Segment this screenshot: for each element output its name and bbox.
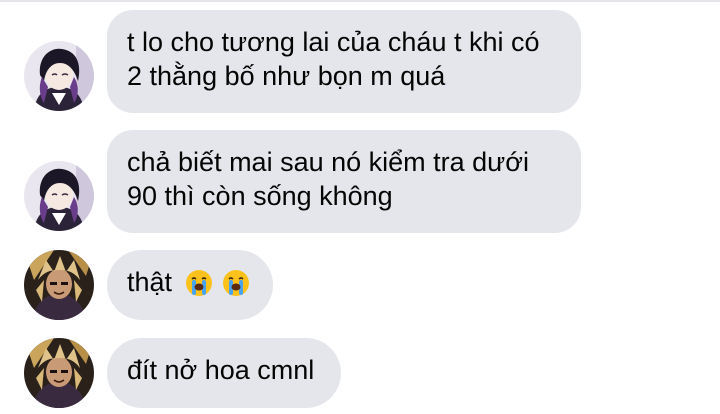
message-text-line: 90 thì còn sống không (127, 181, 393, 211)
avatar[interactable] (24, 161, 94, 231)
message-text-line: đít nở hoa cmnl (127, 355, 315, 385)
avatar-anime-character-purple-icon (24, 161, 94, 231)
top-divider (0, 0, 720, 2)
message-bubble[interactable]: thật (107, 250, 273, 320)
avatar-anime-character-gold-icon (24, 338, 94, 408)
message-bubble[interactable]: chả biết mai sau nó kiểm tra dưới 90 thì… (107, 130, 581, 233)
loudly-crying-face-icon (185, 269, 212, 296)
avatar[interactable] (24, 338, 94, 408)
avatar-anime-character-purple-icon (24, 41, 94, 111)
message-bubble[interactable]: đít nở hoa cmnl (107, 338, 341, 408)
message-bubble[interactable]: t lo cho tương lai của cháu t khi có 2 t… (107, 10, 581, 113)
avatar[interactable] (24, 250, 94, 320)
message-text-line: chả biết mai sau nó kiểm tra dưới (127, 147, 529, 177)
avatar[interactable] (24, 41, 94, 111)
avatar-anime-character-gold-icon (24, 250, 94, 320)
message-text-line: t lo cho tương lai của cháu t khi có (127, 27, 540, 57)
loudly-crying-face-icon (223, 269, 250, 296)
message-text-line: 2 thằng bố như bọn m quá (127, 61, 446, 91)
emoji-group (184, 267, 252, 301)
message-text-line: thật (127, 267, 173, 297)
